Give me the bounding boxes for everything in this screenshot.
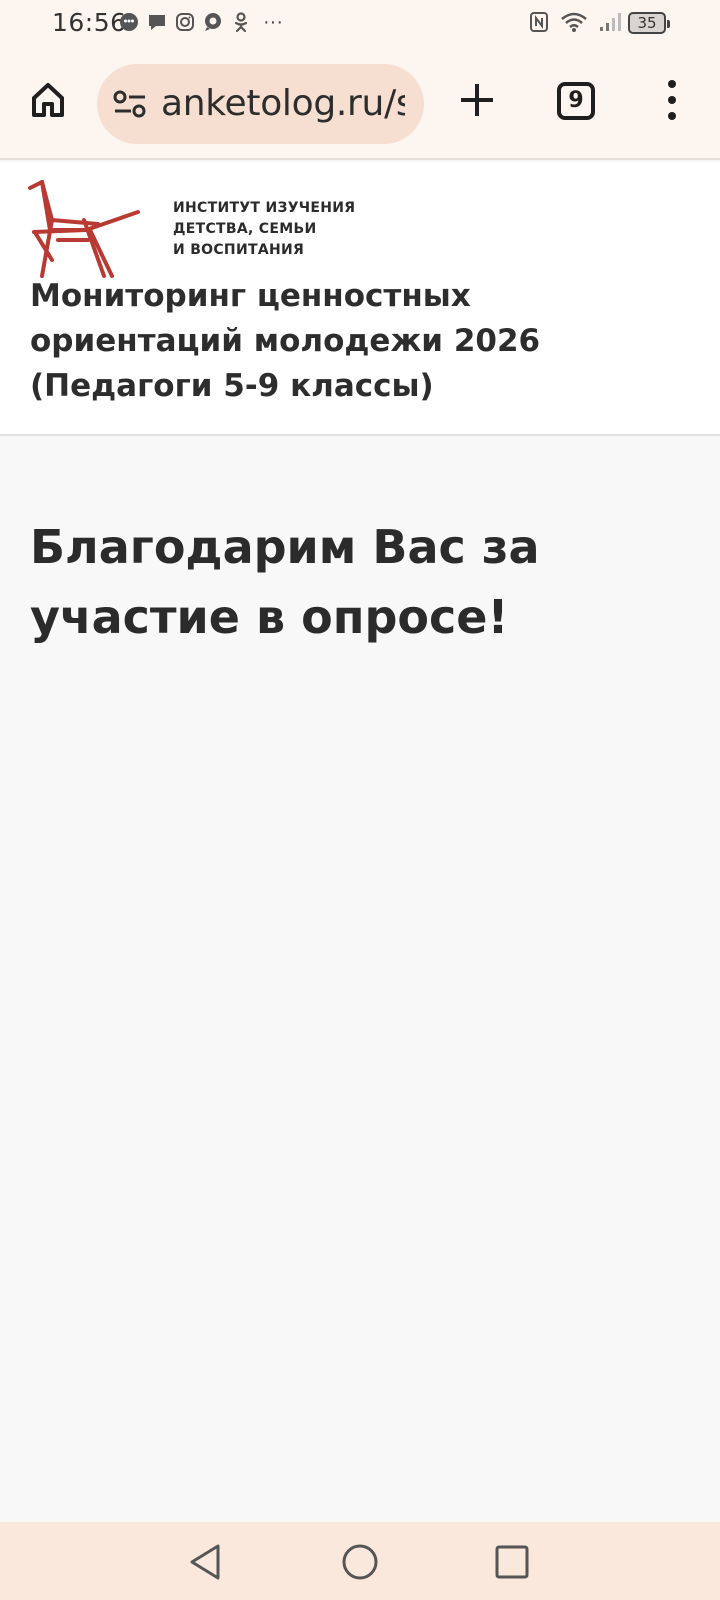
- status-bar: 16:56 ··· 35: [0, 0, 720, 48]
- thank-you-message: Благодарим Вас за участие в опросе!: [30, 520, 540, 644]
- home-button[interactable]: [28, 80, 68, 120]
- status-app-icons: ···: [118, 11, 284, 33]
- chat-bubble-icon: [118, 11, 140, 33]
- org-name-line: ДЕТСТВА, СЕМЬИ: [173, 221, 317, 237]
- home-icon: [32, 83, 64, 117]
- wifi-icon: [560, 11, 588, 38]
- more-vert-icon: [668, 80, 676, 120]
- status-time: 16:56: [52, 8, 127, 37]
- odnoklassniki-icon: [230, 11, 252, 33]
- signal-icon: [598, 11, 624, 38]
- message-icon: [146, 11, 168, 33]
- url-bar[interactable]: anketolog.ru/su: [97, 64, 424, 144]
- survey-title: Мониторинг ценностных ориентаций молодеж…: [30, 278, 541, 404]
- status-more: ···: [263, 11, 283, 33]
- nfc-icon: [528, 11, 550, 38]
- site-settings-icon[interactable]: [113, 90, 147, 118]
- home-nav-button[interactable]: [340, 1542, 380, 1582]
- chat-icon: [202, 11, 224, 33]
- plus-icon: [461, 84, 493, 116]
- org-name-line: ИНСТИТУТ ИЗУЧЕНИЯ: [173, 200, 356, 216]
- menu-button[interactable]: [660, 78, 684, 122]
- recents-button[interactable]: [492, 1542, 532, 1582]
- battery-indicator: 35: [628, 12, 670, 34]
- org-name: ИНСТИТУТ ИЗУЧЕНИЯ ДЕТСТВА, СЕМЬИ И ВОСПИ…: [173, 198, 355, 261]
- back-icon: [190, 1544, 220, 1580]
- system-nav-bar: [0, 1522, 720, 1600]
- recents-icon: [495, 1545, 529, 1579]
- new-tab-button[interactable]: [457, 80, 497, 120]
- browser-toolbar: anketolog.ru/su 9: [0, 48, 720, 160]
- home-circle-icon: [342, 1544, 378, 1580]
- org-name-line: И ВОСПИТАНИЯ: [173, 242, 305, 258]
- url-text[interactable]: anketolog.ru/su: [161, 83, 405, 124]
- tab-switcher-button[interactable]: 9: [557, 82, 595, 120]
- institute-logo: [28, 180, 140, 278]
- page-header: ИНСТИТУТ ИЗУЧЕНИЯ ДЕТСТВА, СЕМЬИ И ВОСПИ…: [0, 162, 720, 436]
- back-button[interactable]: [186, 1542, 226, 1582]
- instagram-icon: [174, 11, 196, 33]
